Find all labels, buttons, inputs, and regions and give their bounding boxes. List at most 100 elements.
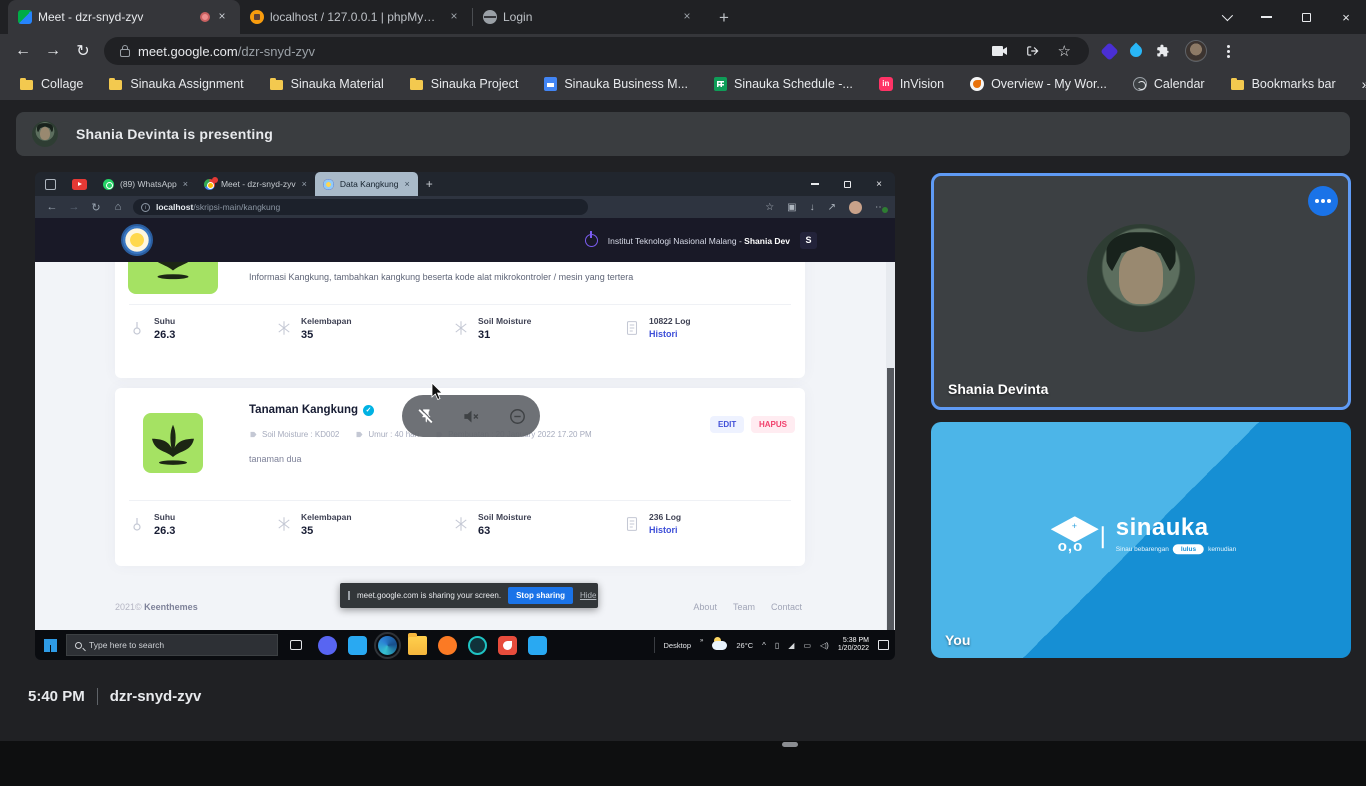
back-button[interactable]: ← bbox=[8, 37, 38, 65]
footer-brand[interactable]: Keenthemes bbox=[144, 602, 198, 612]
hide-sharing-bar-link[interactable]: Hide bbox=[580, 591, 596, 600]
youtube-pinned-tab-icon[interactable] bbox=[72, 179, 87, 190]
site-avatar-letter[interactable]: S bbox=[800, 232, 817, 249]
browser-tab-login[interactable]: Login × bbox=[473, 0, 705, 34]
tab-actions-icon[interactable] bbox=[45, 179, 56, 190]
start-button-icon[interactable] bbox=[44, 639, 57, 652]
temperature-label[interactable]: 26°C bbox=[736, 641, 753, 650]
inner-minimize-button[interactable] bbox=[799, 172, 831, 196]
extensions-puzzle-icon[interactable] bbox=[1156, 44, 1171, 59]
footer-link-contact[interactable]: Contact bbox=[771, 602, 802, 612]
stop-sharing-button[interactable]: Stop sharing bbox=[508, 587, 573, 604]
tile-more-options-button[interactable] bbox=[1308, 186, 1338, 216]
inner-menu-icon[interactable]: ⋯ bbox=[875, 202, 885, 213]
tab-search-chevron-icon[interactable] bbox=[1206, 2, 1246, 32]
phone-link-icon[interactable]: ▯ bbox=[775, 641, 779, 650]
logout-power-icon[interactable] bbox=[585, 234, 598, 247]
bookmark-invision[interactable]: inInVision bbox=[879, 77, 944, 91]
minimize-button[interactable] bbox=[1246, 2, 1286, 32]
profile-avatar[interactable] bbox=[1185, 40, 1207, 62]
inner-forward-button[interactable]: → bbox=[63, 201, 85, 213]
favorites-star-icon[interactable]: ☆ bbox=[765, 202, 774, 213]
scrollbar-thumb[interactable] bbox=[887, 368, 894, 630]
footer-link-about[interactable]: About bbox=[693, 602, 717, 612]
unpin-icon[interactable] bbox=[416, 407, 435, 426]
inner-tab-data-kangkung[interactable]: Data Kangkung × bbox=[315, 172, 418, 196]
new-tab-button[interactable]: + bbox=[711, 5, 737, 31]
collections-icon[interactable]: ▣ bbox=[787, 202, 796, 213]
shared-screen-presentation[interactable]: (89) WhatsApp × Meet - dzr-snyd-zyv × Da… bbox=[35, 172, 895, 660]
discord-icon[interactable] bbox=[318, 636, 337, 655]
obs-icon[interactable] bbox=[468, 636, 487, 655]
download-icon[interactable]: ↓ bbox=[810, 202, 815, 213]
edge-icon[interactable] bbox=[378, 636, 397, 655]
footer-link-team[interactable]: Team bbox=[733, 602, 755, 612]
share-icon[interactable] bbox=[1026, 44, 1040, 58]
inner-home-button[interactable]: ⌂ bbox=[107, 201, 129, 213]
browser-tab-meet[interactable]: Meet - dzr-snyd-zyv × bbox=[8, 0, 240, 34]
participant-tile-you[interactable]: o,o sinauka Sinau bebarengan lulus kemud… bbox=[931, 422, 1351, 658]
page-scrollbar[interactable] bbox=[886, 218, 895, 630]
inner-profile-avatar[interactable] bbox=[849, 201, 862, 214]
desktop-toolbar-label[interactable]: Desktop bbox=[664, 641, 692, 650]
bookmark-sinauka-schedule[interactable]: Sinauka Schedule -... bbox=[714, 77, 853, 91]
inner-back-button[interactable]: ← bbox=[41, 201, 63, 213]
camera-allowed-icon[interactable] bbox=[992, 45, 1008, 57]
tray-chevron-up-icon[interactable]: ^ bbox=[762, 641, 766, 650]
histori-link[interactable]: Histori bbox=[649, 525, 681, 535]
tab-close-icon[interactable]: × bbox=[404, 179, 409, 189]
restore-button[interactable] bbox=[1286, 2, 1326, 32]
xampp-icon[interactable] bbox=[438, 636, 457, 655]
forward-button[interactable]: → bbox=[38, 37, 68, 65]
keyboard-icon[interactable]: ▭ bbox=[803, 641, 811, 650]
bookmark-sinauka-business[interactable]: Sinauka Business M... bbox=[544, 77, 688, 91]
taskbar-clock[interactable]: 5:38 PM 1/20/2022 bbox=[838, 637, 869, 654]
notification-center-icon[interactable] bbox=[878, 640, 889, 650]
extension-drop-icon[interactable] bbox=[1128, 43, 1145, 60]
bookmark-calendar[interactable]: Calendar bbox=[1133, 77, 1205, 91]
tab-close-icon[interactable]: × bbox=[183, 179, 188, 189]
inner-tab-meet[interactable]: Meet - dzr-snyd-zyv × bbox=[196, 172, 315, 196]
close-button[interactable]: × bbox=[1326, 2, 1366, 32]
tab-close-icon[interactable]: × bbox=[446, 9, 462, 25]
bookmark-sinauka-assignment[interactable]: Sinauka Assignment bbox=[109, 77, 243, 91]
address-bar[interactable]: meet.google.com /dzr-snyd-zyv ☆ bbox=[104, 37, 1089, 65]
hidden-taskbar-notch[interactable] bbox=[782, 742, 798, 747]
bookmark-sinauka-material[interactable]: Sinauka Material bbox=[270, 77, 384, 91]
volume-icon[interactable]: ◁) bbox=[820, 641, 829, 650]
edit-button[interactable]: EDIT bbox=[710, 416, 744, 433]
taskbar-search-input[interactable]: Type here to search bbox=[66, 634, 278, 656]
inner-close-button[interactable]: × bbox=[863, 172, 895, 196]
file-explorer-icon[interactable] bbox=[408, 636, 427, 655]
bookmark-collage[interactable]: Collage bbox=[20, 77, 83, 91]
inner-tab-whatsapp[interactable]: (89) WhatsApp × bbox=[95, 172, 196, 196]
inner-address-bar[interactable]: i localhost/skripsi-main/kangkung bbox=[133, 199, 588, 215]
vscode-icon-2[interactable] bbox=[528, 636, 547, 655]
weather-icon[interactable] bbox=[712, 641, 727, 650]
page-info-icon[interactable]: i bbox=[141, 203, 150, 212]
bookmarks-overflow-chevron[interactable]: » bbox=[1362, 76, 1366, 92]
inner-restore-button[interactable] bbox=[831, 172, 863, 196]
share-icon[interactable]: ↗ bbox=[828, 202, 836, 213]
histori-link[interactable]: Histori bbox=[649, 329, 691, 339]
tab-close-icon[interactable]: × bbox=[214, 9, 230, 25]
remove-from-call-icon[interactable] bbox=[508, 407, 527, 426]
reload-button[interactable]: ↻ bbox=[68, 37, 98, 65]
tab-close-icon[interactable]: × bbox=[302, 179, 307, 189]
tab-close-icon[interactable]: × bbox=[679, 9, 695, 25]
inner-new-tab-button[interactable]: + bbox=[426, 177, 433, 191]
extension-diamond-icon[interactable] bbox=[1100, 42, 1118, 60]
bookmark-star-icon[interactable]: ☆ bbox=[1058, 42, 1071, 60]
vscode-icon[interactable] bbox=[348, 636, 367, 655]
red-app-icon[interactable] bbox=[498, 636, 517, 655]
desktop-chevron-icon[interactable]: » bbox=[700, 638, 703, 644]
delete-button[interactable]: HAPUS bbox=[751, 416, 795, 433]
participant-tile-shania[interactable]: Shania Devinta bbox=[931, 173, 1351, 410]
bookmark-bookmarks-bar[interactable]: Bookmarks bar bbox=[1231, 77, 1336, 91]
chrome-menu-icon[interactable] bbox=[1227, 50, 1230, 53]
task-view-icon[interactable] bbox=[290, 640, 302, 650]
bookmark-sinauka-project[interactable]: Sinauka Project bbox=[410, 77, 519, 91]
drag-handle-icon[interactable] bbox=[348, 591, 350, 600]
network-icon[interactable]: ◢ bbox=[788, 641, 794, 650]
browser-tab-phpmyadmin[interactable]: localhost / 127.0.0.1 | phpMyAdm × bbox=[240, 0, 472, 34]
